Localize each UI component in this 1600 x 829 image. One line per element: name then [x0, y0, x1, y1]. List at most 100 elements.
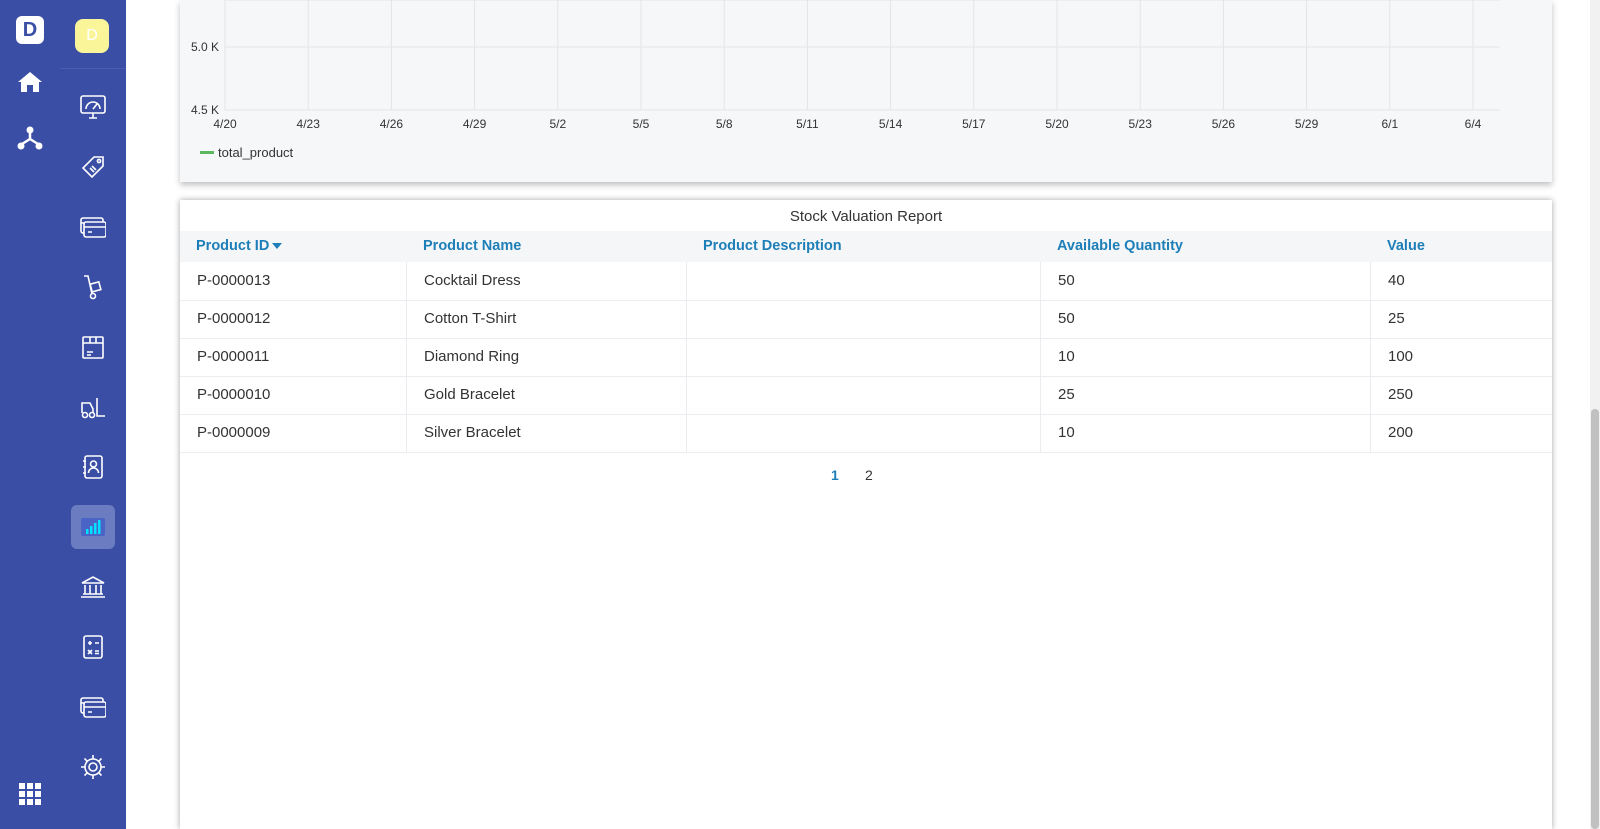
card-icon[interactable]	[71, 205, 115, 249]
column-divider	[686, 414, 687, 452]
contacts-book-icon[interactable]	[71, 445, 115, 489]
forklift-icon[interactable]	[71, 385, 115, 429]
x-tick-label: 5/20	[1045, 117, 1069, 131]
cell-value: 40	[1388, 272, 1405, 289]
hierarchy-icon[interactable]	[16, 124, 44, 152]
cell-value: 200	[1388, 424, 1414, 441]
cell-product-name: Silver Bracelet	[424, 424, 521, 441]
x-tick-label: 6/4	[1465, 117, 1482, 131]
cell-value: 100	[1388, 348, 1414, 365]
column-header-product-description[interactable]: Product Description	[703, 231, 842, 262]
cell-product-name: Cocktail Dress	[424, 272, 521, 289]
column-header-label: Product ID	[196, 238, 270, 254]
column-header-available-quantity[interactable]: Available Quantity	[1057, 231, 1183, 262]
column-divider	[1370, 376, 1371, 414]
table-row[interactable]: P-0000013 Cocktail Dress 50 40	[180, 262, 1552, 301]
column-header-product-id[interactable]: Product ID	[196, 231, 283, 262]
scrollbar-thumb[interactable]	[1591, 409, 1599, 829]
x-tick-label: 5/2	[549, 117, 566, 131]
cell-product-name: Diamond Ring	[424, 348, 520, 365]
cell-product-id: P-0000012	[197, 310, 271, 327]
page-1-link[interactable]: 1	[831, 464, 839, 486]
apps-grid-icon[interactable]	[16, 780, 44, 808]
cell-value: 25	[1388, 310, 1405, 327]
column-divider	[406, 414, 407, 452]
column-divider	[406, 300, 407, 338]
cell-available-quantity: 50	[1058, 272, 1075, 289]
column-divider	[1040, 376, 1041, 414]
legend-swatch	[200, 151, 214, 154]
column-divider	[1040, 262, 1041, 300]
x-tick-label: 5/17	[962, 117, 986, 131]
home-icon[interactable]	[16, 68, 44, 96]
total-product-chart: 5.0 K 4.5 K 4/20 4/23 4/26 4/29 5/2 5/5 5/8 5/11…	[180, 0, 1552, 182]
column-divider	[1370, 300, 1371, 338]
calculator-doc-icon[interactable]	[71, 625, 115, 669]
page-2-link[interactable]: 2	[865, 464, 873, 486]
y-tick-label: 5.0 K	[191, 40, 219, 54]
column-divider	[686, 376, 687, 414]
sort-desc-icon	[272, 243, 283, 250]
cell-value: 250	[1388, 386, 1414, 403]
table-header: Product ID Product Name Product Descript…	[180, 231, 1552, 262]
cell-available-quantity: 25	[1058, 386, 1075, 403]
gear-icon[interactable]	[71, 745, 115, 789]
x-tick-label: 4/20	[213, 117, 237, 131]
app-logo[interactable]: D	[16, 16, 44, 44]
chart-legend[interactable]: total_product	[200, 145, 294, 160]
column-divider	[1040, 300, 1041, 338]
cell-product-id: P-0000013	[197, 272, 271, 289]
avatar[interactable]: D	[75, 19, 109, 53]
x-tick-label: 5/29	[1295, 117, 1319, 131]
cell-product-id: P-0000009	[197, 424, 271, 441]
column-header-product-name[interactable]: Product Name	[423, 231, 521, 262]
x-tick-label: 4/23	[297, 117, 321, 131]
module-sidebar: D	[60, 0, 126, 829]
price-tag-icon[interactable]	[71, 145, 115, 189]
legend-label: total_product	[218, 145, 294, 160]
column-divider	[406, 376, 407, 414]
column-divider	[1370, 414, 1371, 452]
hand-truck-icon[interactable]	[71, 265, 115, 309]
stock-valuation-report: Stock Valuation Report Product ID Produc…	[180, 200, 1552, 829]
x-tick-label: 4/26	[380, 117, 404, 131]
column-divider	[686, 338, 687, 376]
sidebar-divider	[60, 68, 126, 69]
dashboard-gauge-icon[interactable]	[71, 85, 115, 129]
column-divider	[406, 262, 407, 300]
x-tick-label: 5/23	[1129, 117, 1153, 131]
app-rail: D	[0, 0, 61, 829]
scrollbar-track[interactable]	[1590, 0, 1600, 829]
line-chart: 5.0 K 4.5 K 4/20 4/23 4/26 4/29 5/2 5/5 5/8 5/11…	[191, 0, 1500, 160]
cell-available-quantity: 10	[1058, 424, 1075, 441]
table-row[interactable]: P-0000009 Silver Bracelet 10 200	[180, 414, 1552, 453]
main-content: 5.0 K 4.5 K 4/20 4/23 4/26 4/29 5/2 5/5 5/8 5/11…	[126, 0, 1600, 829]
cell-product-name: Cotton T-Shirt	[424, 310, 517, 327]
column-divider	[1040, 338, 1041, 376]
column-divider	[406, 338, 407, 376]
report-title: Stock Valuation Report	[789, 208, 943, 225]
column-divider	[1040, 414, 1041, 452]
table-row[interactable]: P-0000011 Diamond Ring 10 100	[180, 338, 1552, 377]
cell-product-id: P-0000010	[197, 386, 271, 403]
column-divider	[1370, 338, 1371, 376]
cell-available-quantity: 50	[1058, 310, 1075, 327]
column-header-value[interactable]: Value	[1387, 231, 1425, 262]
cards-icon[interactable]	[71, 685, 115, 729]
cell-product-name: Gold Bracelet	[424, 386, 515, 403]
column-divider	[686, 300, 687, 338]
reports-chart-icon[interactable]	[71, 505, 115, 549]
x-tick-label: 5/26	[1212, 117, 1236, 131]
x-tick-label: 5/8	[716, 117, 733, 131]
cell-product-id: P-0000011	[197, 348, 270, 365]
bank-icon[interactable]	[71, 565, 115, 609]
column-divider	[686, 262, 687, 300]
x-tick-label: 5/14	[879, 117, 903, 131]
table-row[interactable]: P-0000010 Gold Bracelet 25 250	[180, 376, 1552, 415]
pagination: 1 2	[180, 464, 1552, 486]
table-row[interactable]: P-0000012 Cotton T-Shirt 50 25	[180, 300, 1552, 339]
cell-available-quantity: 10	[1058, 348, 1075, 365]
box-icon[interactable]	[71, 325, 115, 369]
x-tick-label: 6/1	[1381, 117, 1398, 131]
y-tick-label: 4.5 K	[191, 103, 219, 117]
